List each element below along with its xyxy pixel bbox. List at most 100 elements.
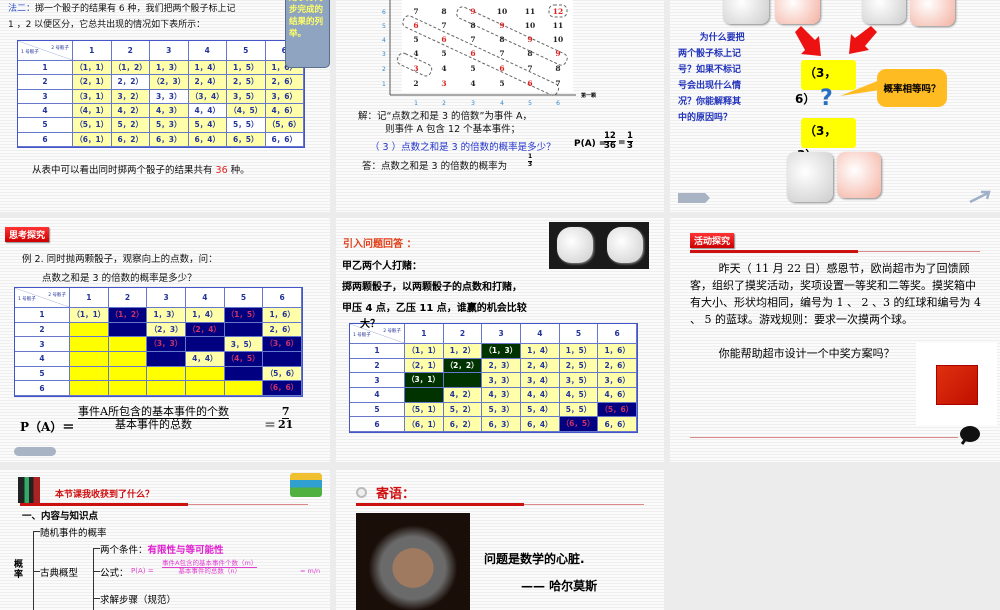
row-header: 5 xyxy=(350,402,405,418)
table-cell: 4，4） xyxy=(186,352,225,367)
slide-title: 寄语： xyxy=(376,487,416,502)
row-header: 5 xyxy=(15,366,70,382)
table-cell: （5，1） xyxy=(405,402,444,418)
sum-value: 5 xyxy=(499,79,504,88)
table-cell: （1，2） xyxy=(111,61,150,76)
tree-branch xyxy=(93,571,100,572)
corner-row-label: 1 号骰子 xyxy=(18,297,36,302)
outcome-box-3-3: （3， xyxy=(801,118,856,148)
column-header: 5 xyxy=(559,324,599,344)
table-cell: 2，3） xyxy=(482,358,521,374)
row-header: 2 xyxy=(350,358,405,374)
total-outcomes-text: 从表中可以看出同时掷两个骰子的结果共有 36 种。 xyxy=(32,165,250,176)
table-cell: 4，5） xyxy=(559,388,599,403)
equals: = xyxy=(618,138,626,148)
table-cell: （1，1） xyxy=(70,308,109,323)
table-cell: （4，5） xyxy=(224,352,264,367)
table-cell: 6，2） xyxy=(443,417,483,432)
sum-value: 7 xyxy=(527,64,532,73)
table-cell: 1，3） xyxy=(147,308,186,323)
table-cell: （6，5） xyxy=(559,417,599,432)
equals: ＝ xyxy=(264,418,277,432)
slide-thumbnail-7[interactable]: 本节课我收获到了什么？ 一、内容与知识点 随机事件的概率 概率 古典概型 两个条… xyxy=(0,470,330,610)
activity-paragraph: 昨天（ 11 月 22 日）感恩节，欧尚超市为了回馈顾客，组织了摸奖活动，奖项设… xyxy=(690,262,981,326)
arrow-icon[interactable] xyxy=(968,190,992,204)
row-header: 3 xyxy=(15,337,70,352)
row-header: 1 xyxy=(15,308,70,323)
sum-value: 7 xyxy=(470,35,475,44)
table-cell: 2，2） xyxy=(111,75,150,90)
table-cell: （2，1） xyxy=(73,75,112,90)
table-cell: 2，5） xyxy=(227,75,266,90)
table-cell xyxy=(186,381,225,396)
corner-row-label: 1 号骰子 xyxy=(353,333,371,338)
table-cell: （2，2） xyxy=(443,358,483,374)
solution-line1: 解：记“点数之和是 3 的倍数”为事件 A， xyxy=(358,111,532,122)
slide-thumbnail-3[interactable]: 为什么要把两个骰子标上记号？如果不标记号会出现什么情况？你能解释其中的原因吗？ … xyxy=(670,0,1000,212)
table-cell: 2，5） xyxy=(559,358,599,374)
white-die-icon xyxy=(862,0,906,24)
y-tick-label: 4 xyxy=(382,37,386,44)
table-cell xyxy=(108,366,148,382)
sum-value: 4 xyxy=(470,79,475,88)
x-tick-label: 2 xyxy=(442,100,446,107)
sum-value: 6 xyxy=(470,49,475,58)
slide-thumbnail-8[interactable]: 寄语： 问题是数学的心脏. —— 哈尔莫斯 xyxy=(336,470,664,610)
section-heading: 一、内容与知识点 xyxy=(22,511,99,522)
y-tick-label: 1 xyxy=(382,81,386,88)
solution-line2: 则事件 A 包含 12 个基本事件； xyxy=(385,124,521,135)
corner-row-label: 1 号骰子 xyxy=(21,50,39,55)
row-header: 3 xyxy=(18,89,73,104)
column-header: 5 xyxy=(227,41,266,61)
white-die-icon xyxy=(787,152,833,202)
nav-button[interactable] xyxy=(14,447,56,456)
table-cell: （4，5） xyxy=(227,103,266,119)
table-cell: （6，1） xyxy=(405,417,444,432)
slide-thumbnail-1[interactable]: 法二：掷一个骰子的结果有 6 种，我们把两个骰子标上记 1 ，2 以便区分，它总… xyxy=(0,0,330,212)
table-cell: 6，6） xyxy=(598,417,637,432)
sum-value: 6 xyxy=(527,79,532,88)
table-cell: 1，4） xyxy=(521,344,560,359)
sum-value: 4 xyxy=(441,64,446,73)
white-die-icon xyxy=(723,0,769,24)
sum-value: 11 xyxy=(525,7,535,16)
sum-value: 7 xyxy=(499,49,504,58)
table-cell: （6，1） xyxy=(73,132,112,147)
sum-value: 9 xyxy=(527,35,532,44)
slide-thumbnail-5[interactable]: 引入问题回答 ： 甲乙两个人打赌： 掷两颗骰子，以两颗骰子的点数和打赌， 甲压 … xyxy=(336,218,664,462)
table-cell xyxy=(108,352,148,367)
table-cell xyxy=(108,381,148,396)
pa-label: P(A) = xyxy=(574,139,607,149)
corner-col-label: 2 号骰子 xyxy=(383,329,401,334)
table-cell: 2，6） xyxy=(598,358,637,374)
table-cell: 5，5） xyxy=(559,402,599,418)
table-cell xyxy=(186,337,225,352)
table-cell: （1，1） xyxy=(73,61,112,76)
die-icon xyxy=(607,227,643,263)
column-header: 5 xyxy=(224,288,264,308)
table-cell: 6，5） xyxy=(227,132,266,147)
pink-die-icon xyxy=(837,152,881,198)
nav-back-button[interactable] xyxy=(678,193,710,203)
dashed-group-6 xyxy=(402,15,560,96)
table-cell xyxy=(108,337,148,352)
slide-thumbnail-6[interactable]: 活动探究 昨天（ 11 月 22 日）感恩节，欧尚超市为了回馈顾客，组织了摸奖活… xyxy=(670,218,1000,462)
slide-thumbnail-2[interactable]: 7 8 9 10 11 12 6 7 8 9 10 11 5 6 7 8 9 10 4 5 6 7 8 9 3 4 5 6 7 8 2 3 4 5… xyxy=(336,0,664,212)
table-cell: 2，4） xyxy=(188,75,227,90)
palette-icon[interactable] xyxy=(958,424,982,446)
table-cell: 3，3） xyxy=(482,373,521,388)
column-header: 6 xyxy=(263,288,302,308)
answer-fraction: 13 xyxy=(528,153,533,168)
x-tick-label: 4 xyxy=(500,100,504,107)
table-cell: 4，2） xyxy=(111,103,150,119)
probability-formula: 事件A所包含的基本事件的个数 基本事件的总数 xyxy=(78,405,229,432)
table-cell: 1，5） xyxy=(559,344,599,359)
section-label: 活动探究 xyxy=(690,233,735,248)
footer-line xyxy=(690,437,958,438)
column-header: 3 xyxy=(150,41,189,61)
column-header: 2 xyxy=(111,41,150,61)
table-cell xyxy=(147,366,186,382)
column-header: 2 xyxy=(108,288,148,308)
slide-title: 引入问题回答 ： xyxy=(343,239,417,250)
slide-thumbnail-4[interactable]: 思考探究 例 2. 同时抛两颗骰子，观察向上的点数，问： 点数之和是 3 的倍数… xyxy=(0,218,330,462)
